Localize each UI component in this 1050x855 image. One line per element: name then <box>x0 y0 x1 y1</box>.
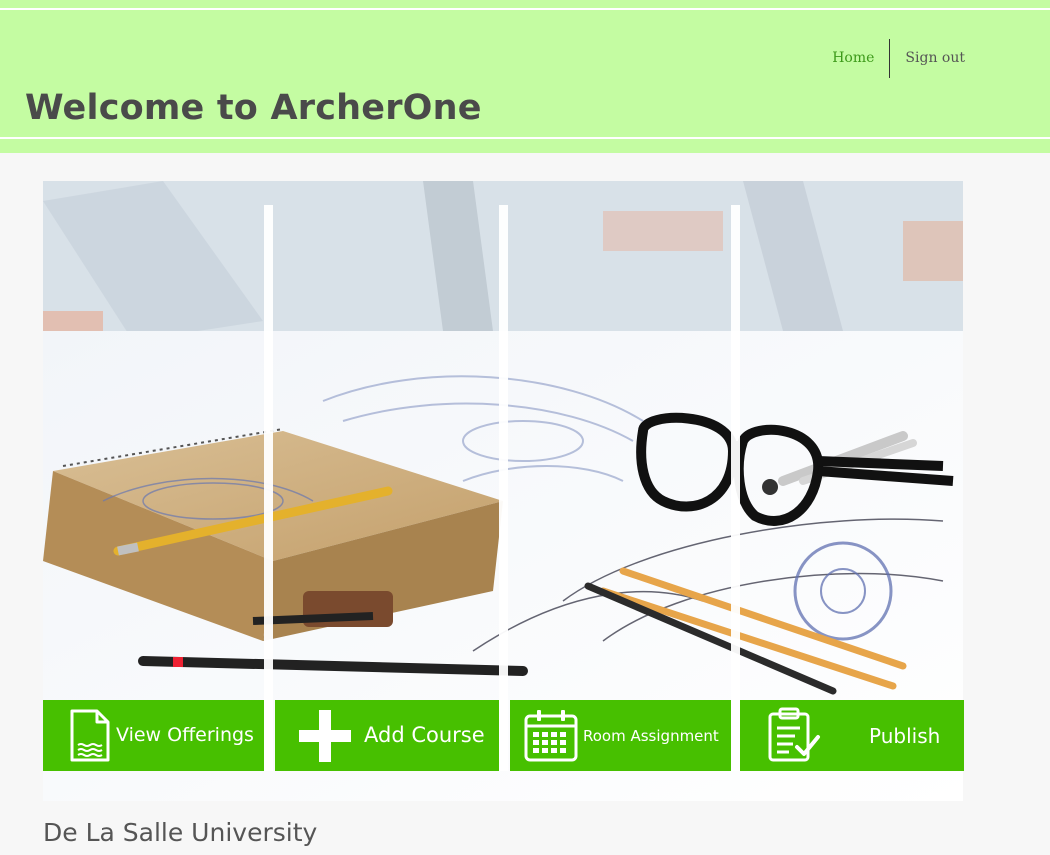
room-assignment-button[interactable]: Room Assignment <box>510 700 731 771</box>
add-course-label: Add Course <box>364 723 485 747</box>
hero-divider <box>731 205 740 771</box>
top-nav: Home Sign out <box>817 39 980 78</box>
header-top-rule <box>0 8 1050 10</box>
add-course-button[interactable]: Add Course <box>275 700 499 771</box>
nav-home-link[interactable]: Home <box>817 39 891 78</box>
nav-signout-link[interactable]: Sign out <box>890 39 980 78</box>
calendar-icon <box>523 709 579 767</box>
view-offerings-label: View Offerings <box>116 724 254 746</box>
document-icon <box>69 708 111 767</box>
clipboard-check-icon <box>767 707 821 768</box>
institution-name: De La Salle University <box>43 818 318 847</box>
header-bottom-rule <box>0 137 1050 139</box>
site-header: Home Sign out Welcome to ArcherOne <box>0 0 1050 153</box>
plus-icon <box>299 710 351 766</box>
publish-label: Publish <box>869 724 941 748</box>
view-offerings-button[interactable]: View Offerings <box>43 700 264 771</box>
page-title: Welcome to ArcherOne <box>25 88 482 128</box>
publish-button[interactable]: Publish <box>740 700 964 771</box>
room-assignment-label: Room Assignment <box>583 727 719 745</box>
hero-divider <box>264 205 273 771</box>
hero-divider <box>499 205 508 771</box>
